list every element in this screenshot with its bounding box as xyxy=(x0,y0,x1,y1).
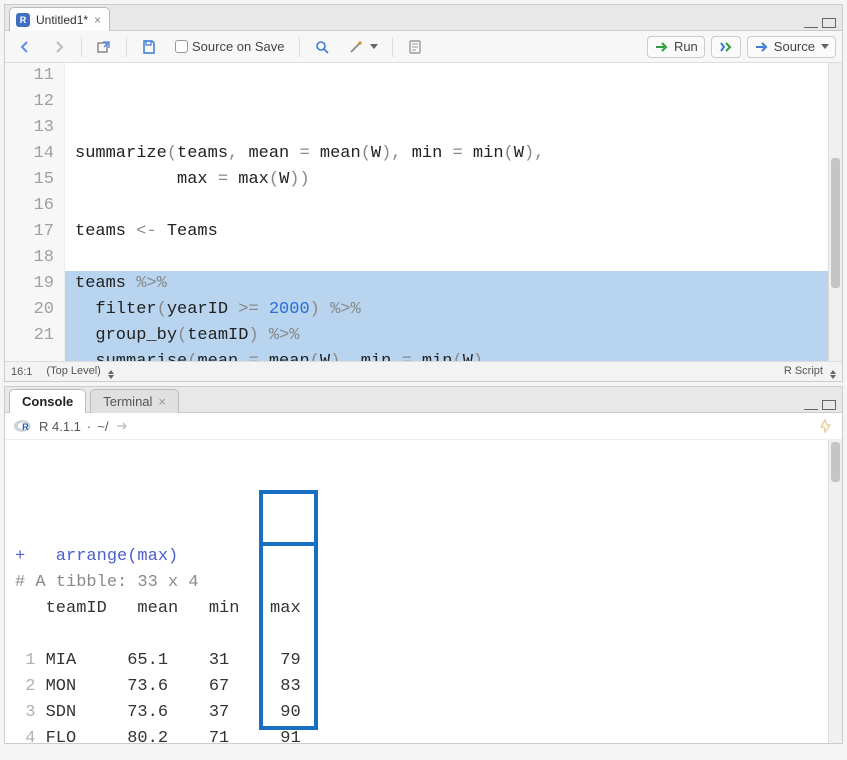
code-line[interactable]: filter(yearID >= 2000) %>% xyxy=(75,297,828,323)
chevron-down-icon xyxy=(821,44,829,49)
source-arrow-icon xyxy=(754,39,770,55)
source-tabstrip: R Untitled1* × xyxy=(5,5,842,31)
checkbox-icon xyxy=(175,40,188,53)
forward-nav-button[interactable] xyxy=(45,37,73,57)
source-pane: R Untitled1* × xyxy=(4,4,843,382)
maximize-icon[interactable] xyxy=(822,400,836,410)
scrollbar-thumb[interactable] xyxy=(831,442,840,482)
arrow-left-icon xyxy=(17,39,33,55)
r-logo-icon: R xyxy=(13,416,33,436)
close-icon[interactable]: × xyxy=(158,394,166,409)
rerun-icon xyxy=(718,39,734,55)
working-dir-label: ~/ xyxy=(97,419,108,434)
scope-selector[interactable]: (Top Level) xyxy=(46,365,113,379)
r-file-icon: R xyxy=(16,13,30,27)
console-output[interactable]: + arrange(max)# A tibble: 33 x 4 teamID … xyxy=(5,440,828,743)
show-in-new-window-button[interactable] xyxy=(90,37,118,57)
chevron-down-icon xyxy=(370,44,378,49)
source-button[interactable]: Source xyxy=(747,36,836,58)
file-tab[interactable]: R Untitled1* × xyxy=(9,7,110,31)
vertical-scrollbar[interactable] xyxy=(828,440,842,743)
editor-body: 1112131415161718192021 summarize(teams, … xyxy=(5,63,842,361)
code-line[interactable]: teams <- Teams xyxy=(75,219,828,245)
source-label: Source xyxy=(774,39,815,54)
pane-window-controls xyxy=(804,18,842,30)
source-on-save-label: Source on Save xyxy=(192,39,285,54)
source-status-bar: 16:1 (Top Level) R Script xyxy=(5,361,842,381)
code-line[interactable]: group_by(teamID) %>% xyxy=(75,323,828,349)
clear-console-icon[interactable] xyxy=(818,418,834,434)
code-line[interactable] xyxy=(75,245,828,271)
scrollbar-thumb[interactable] xyxy=(831,158,840,288)
file-type-selector[interactable]: R Script xyxy=(784,365,836,379)
maximize-icon[interactable] xyxy=(822,18,836,28)
run-label: Run xyxy=(674,39,698,54)
find-button[interactable] xyxy=(308,37,336,57)
code-area[interactable]: summarize(teams, mean = mean(W), min = m… xyxy=(65,63,828,361)
minimize-icon[interactable] xyxy=(804,400,818,410)
code-line[interactable]: summarise(mean = mean(W), min = min(W), xyxy=(75,349,828,361)
back-nav-button[interactable] xyxy=(11,37,39,57)
console-tabstrip: Console Terminal × xyxy=(5,387,842,413)
svg-text:R: R xyxy=(22,422,29,432)
console-info-bar: R R 4.1.1 · ~/ xyxy=(5,413,842,440)
arrow-right-icon xyxy=(51,39,67,55)
tab-terminal[interactable]: Terminal × xyxy=(90,389,179,413)
console-pane: Console Terminal × R R 4.1.1 · ~/ + arra… xyxy=(4,386,843,744)
notebook-icon xyxy=(407,39,423,55)
code-line[interactable]: max = max(W)) xyxy=(75,167,828,193)
goto-dir-icon[interactable] xyxy=(114,418,130,434)
cursor-position: 16:1 xyxy=(11,366,32,378)
rerun-button[interactable] xyxy=(711,36,741,58)
r-version-label: R 4.1.1 xyxy=(39,419,81,434)
source-toolbar: Source on Save Run xyxy=(5,31,842,63)
code-line[interactable]: teams %>% xyxy=(75,271,828,297)
save-button[interactable] xyxy=(135,37,163,57)
line-gutter: 1112131415161718192021 xyxy=(5,63,65,361)
code-tools-button[interactable] xyxy=(342,37,384,57)
file-tab-label: Untitled1* xyxy=(36,13,88,27)
close-icon[interactable]: × xyxy=(94,13,101,27)
run-button[interactable]: Run xyxy=(647,36,705,58)
popout-icon xyxy=(96,39,112,55)
run-arrow-icon xyxy=(654,39,670,55)
vertical-scrollbar[interactable] xyxy=(828,63,842,361)
search-icon xyxy=(314,39,330,55)
tab-console[interactable]: Console xyxy=(9,389,86,413)
minimize-icon[interactable] xyxy=(804,18,818,28)
code-line[interactable] xyxy=(75,193,828,219)
wand-icon xyxy=(348,39,364,55)
pane-window-controls xyxy=(804,400,842,412)
source-on-save-toggle[interactable]: Source on Save xyxy=(169,37,291,56)
code-line[interactable]: summarize(teams, mean = mean(W), min = m… xyxy=(75,141,828,167)
compile-report-button[interactable] xyxy=(401,37,429,57)
save-icon xyxy=(141,39,157,55)
